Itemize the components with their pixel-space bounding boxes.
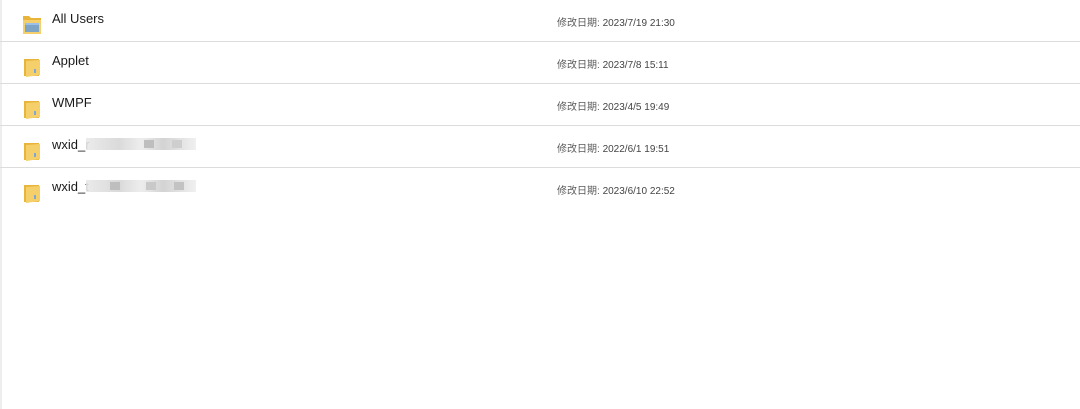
list-item-wxid-1[interactable]: wxid_r 修改日期: 2022/6/1 19:51 [0, 126, 1080, 168]
file-name: All Users [52, 11, 105, 26]
modified-date: 修改日期: 2023/7/8 15:11 [557, 56, 669, 71]
date-label: 修改日期: [557, 18, 600, 29]
date-value: 2023/7/8 15:11 [602, 60, 669, 71]
folder-shortcut-icon [22, 12, 42, 36]
date-label: 修改日期: [557, 102, 600, 113]
redacted-blur [86, 180, 196, 192]
modified-date: 修改日期: 2023/6/10 22:52 [557, 182, 675, 197]
folder-icon [22, 96, 42, 120]
list-item-wmpf[interactable]: WMPF 修改日期: 2023/4/5 19:49 [0, 84, 1080, 126]
file-list: All Users 修改日期: 2023/7/19 21:30 Applet 修… [0, 0, 1080, 209]
date-label: 修改日期: [557, 60, 600, 71]
folder-icon [22, 180, 42, 204]
date-value: 2023/6/10 22:52 [602, 186, 675, 197]
list-item-applet[interactable]: Applet 修改日期: 2023/7/8 15:11 [0, 42, 1080, 84]
list-item-all-users[interactable]: All Users 修改日期: 2023/7/19 21:30 [0, 0, 1080, 42]
file-name: WMPF [52, 95, 92, 110]
list-item-wxid-2[interactable]: wxid_t 修改日期: 2023/6/10 22:52 [0, 168, 1080, 209]
date-label: 修改日期: [557, 186, 600, 197]
modified-date: 修改日期: 2023/7/19 21:30 [557, 14, 675, 29]
date-value: 2023/7/19 21:30 [602, 18, 675, 29]
file-name: wxid_t [52, 179, 89, 194]
date-label: 修改日期: [557, 144, 600, 155]
folder-icon [22, 138, 42, 162]
redacted-blur [86, 138, 196, 150]
modified-date: 修改日期: 2022/6/1 19:51 [557, 140, 669, 155]
file-name: Applet [52, 53, 89, 68]
folder-icon [22, 54, 42, 78]
date-value: 2023/4/5 19:49 [602, 102, 670, 113]
file-name: wxid_r [52, 137, 90, 152]
date-value: 2022/6/1 19:51 [602, 144, 670, 155]
modified-date: 修改日期: 2023/4/5 19:49 [557, 98, 669, 113]
